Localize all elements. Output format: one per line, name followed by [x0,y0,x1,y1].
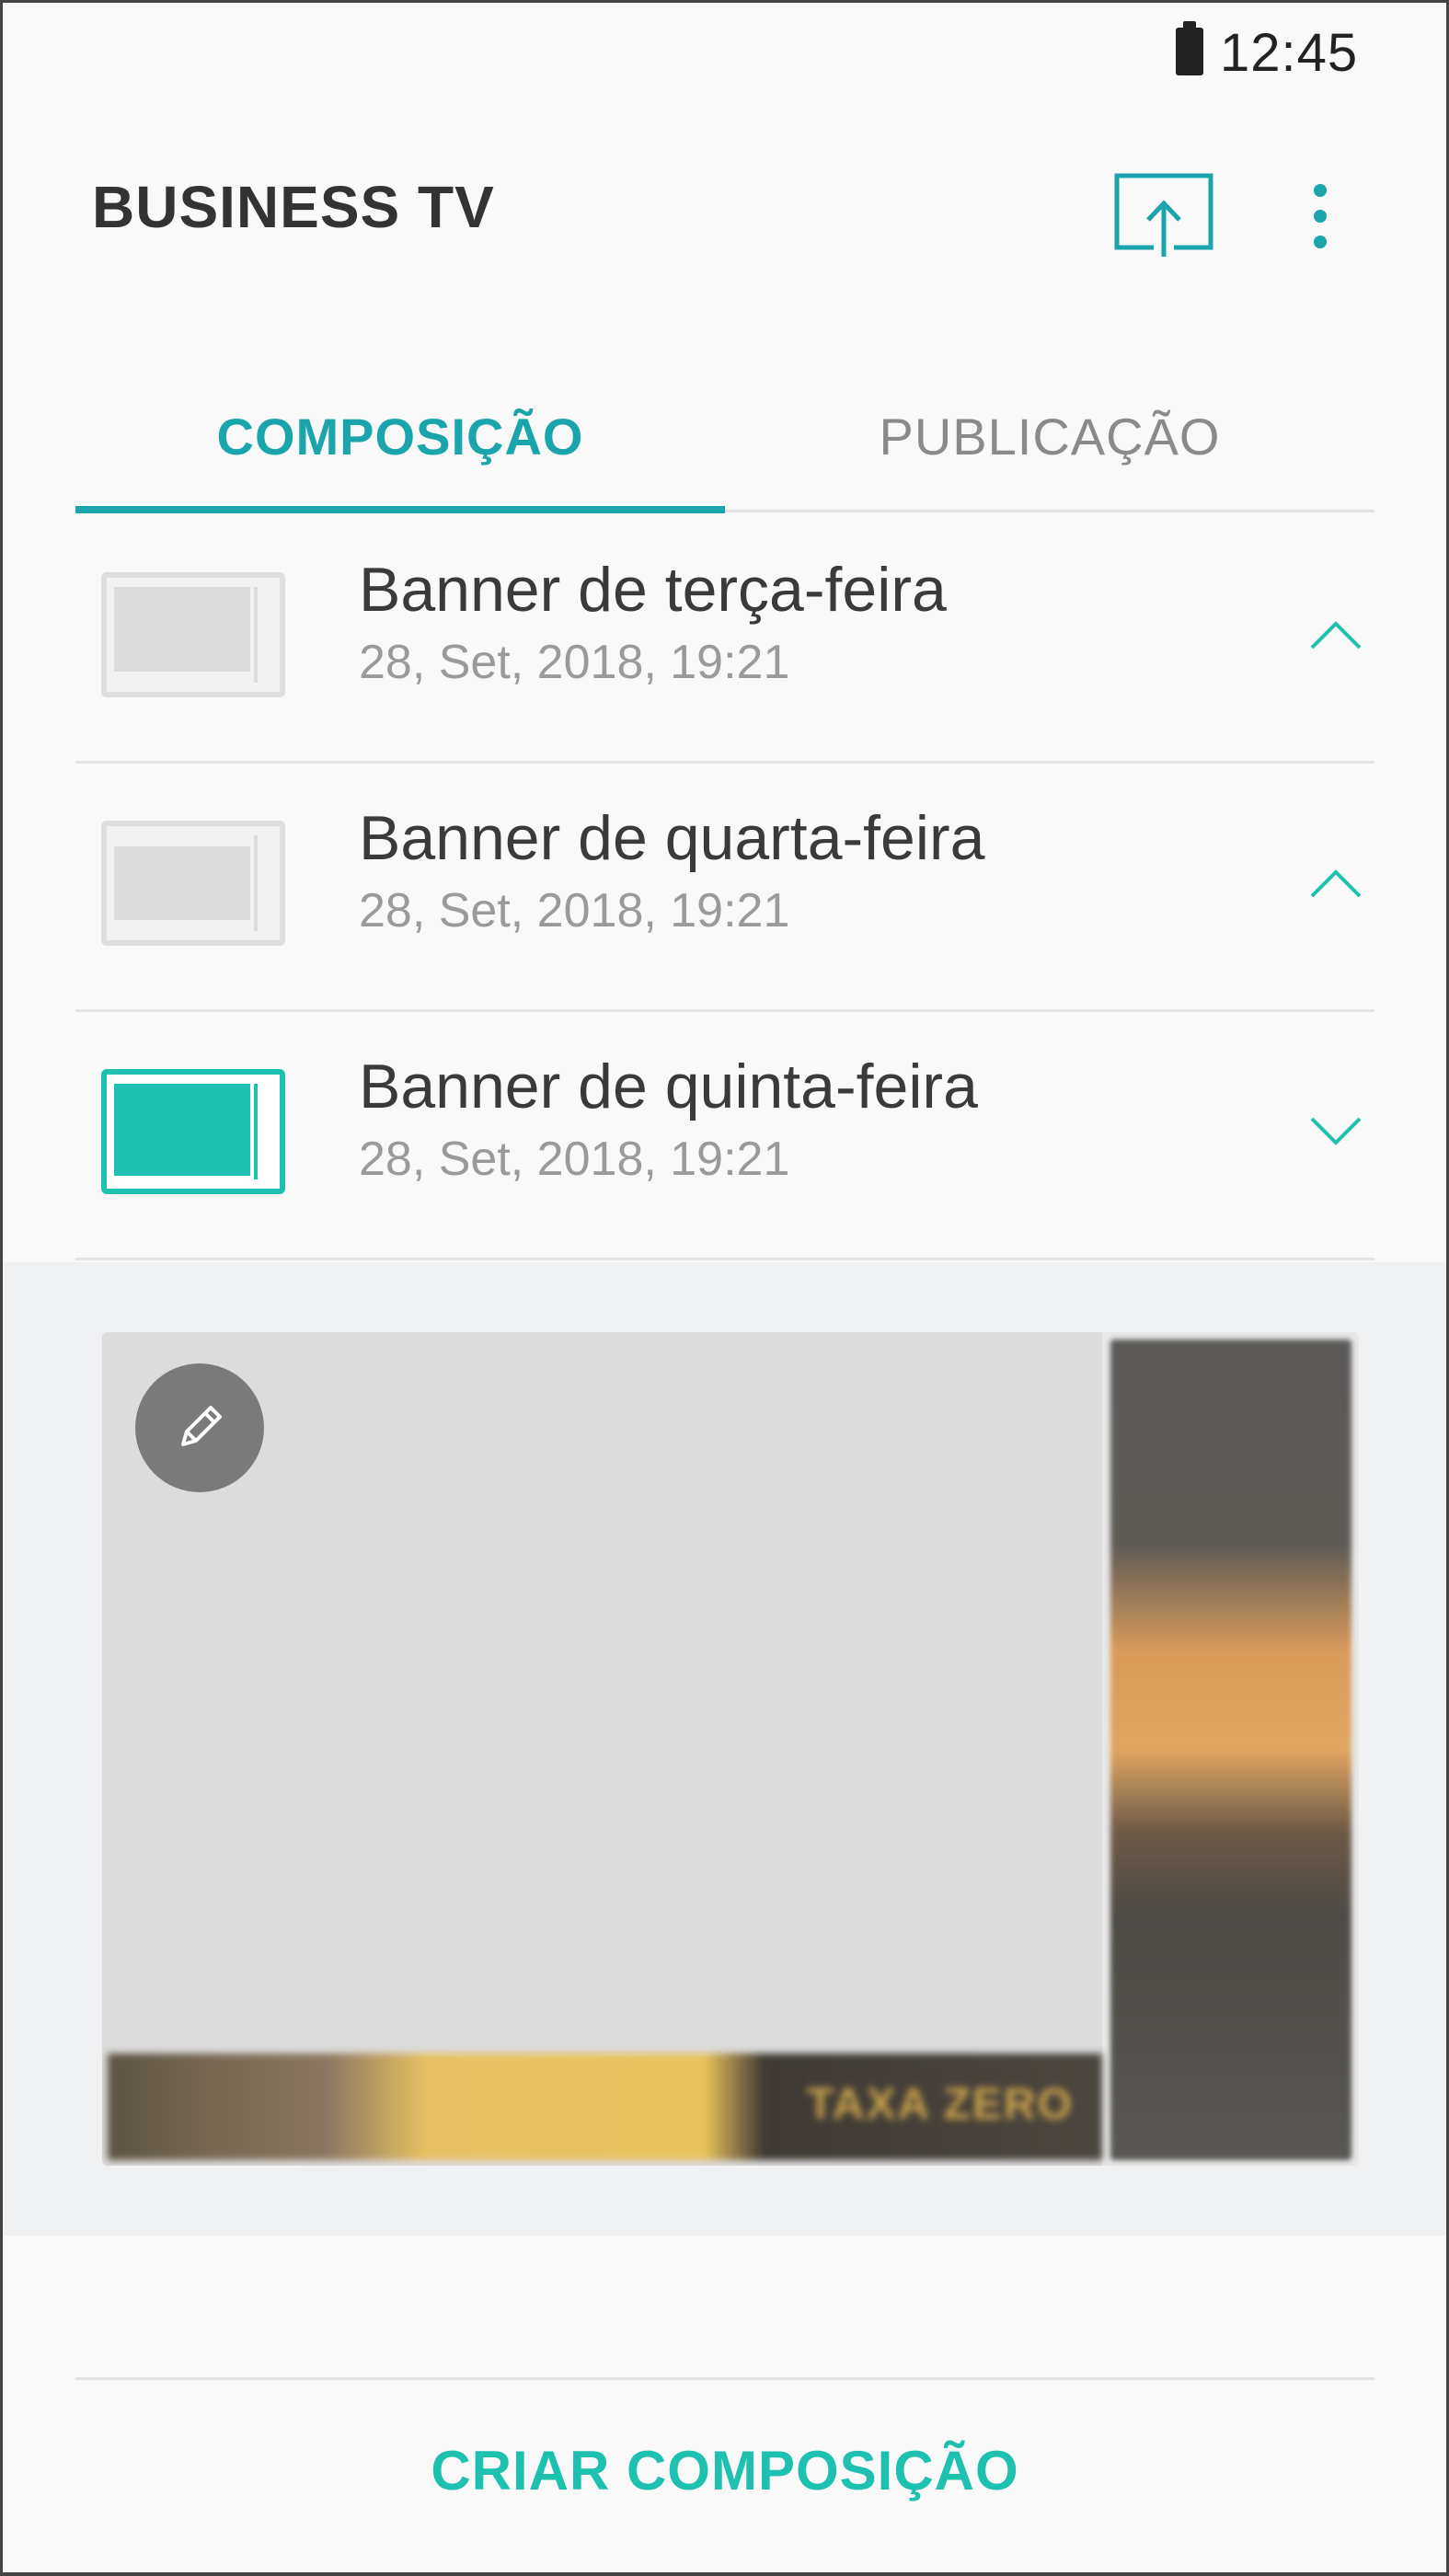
composition-date: 28, Set, 2018, 19:21 [359,884,790,937]
composition-item[interactable]: Banner de terça-feira 28, Set, 2018, 19:… [75,515,1374,764]
battery-icon [1176,21,1203,75]
tab-composicao[interactable]: COMPOSIÇÃO [75,359,725,513]
composition-title: Banner de terça-feira [359,555,947,625]
preview-side-banner [1110,1340,1351,2160]
tab-bar: COMPOSIÇÃO PUBLICAÇÃO [75,359,1374,515]
more-vertical-icon [1314,184,1327,248]
chevron-down-icon[interactable] [1299,1095,1373,1168]
composition-item[interactable]: Banner de quarta-feira 28, Set, 2018, 19… [75,764,1374,1012]
layout-thumbnail-icon [101,821,285,946]
edit-composition-button[interactable] [135,1363,264,1492]
footer-divider [75,2377,1374,2380]
create-composition-button[interactable]: CRIAR COMPOSIÇÃO [75,2392,1374,2548]
composition-preview-panel: TAXA ZERO [3,1262,1446,2236]
screen-share-button[interactable] [1109,166,1219,267]
composition-date: 28, Set, 2018, 19:21 [359,636,790,689]
preview-bottom-banner: TAXA ZERO [108,2053,1102,2160]
composition-title: Banner de quarta-feira [359,803,985,873]
status-bar: 12:45 [0,0,1449,101]
layout-thumbnail-icon [101,1069,285,1194]
list-divider [75,1258,1374,1260]
app-title: BUSINESS TV [92,174,495,240]
composition-item-selected[interactable]: Banner de quinta-feira 28, Set, 2018, 19… [75,1012,1374,1260]
pencil-icon [181,1406,222,1446]
layout-thumbnail-icon [101,572,285,697]
composition-title: Banner de quinta-feira [359,1052,978,1121]
composition-date: 28, Set, 2018, 19:21 [359,1133,790,1186]
screen-share-icon [1114,173,1213,257]
more-options-button[interactable] [1288,166,1352,267]
tab-indicator [75,506,725,513]
banner-text: TAXA ZERO [807,2080,1074,2129]
tab-publicacao[interactable]: PUBLICAÇÃO [725,359,1374,513]
status-clock: 12:45 [1220,23,1359,83]
composition-preview: TAXA ZERO [102,1332,1359,2166]
chevron-up-icon[interactable] [1299,846,1373,920]
chevron-up-icon[interactable] [1299,598,1373,672]
